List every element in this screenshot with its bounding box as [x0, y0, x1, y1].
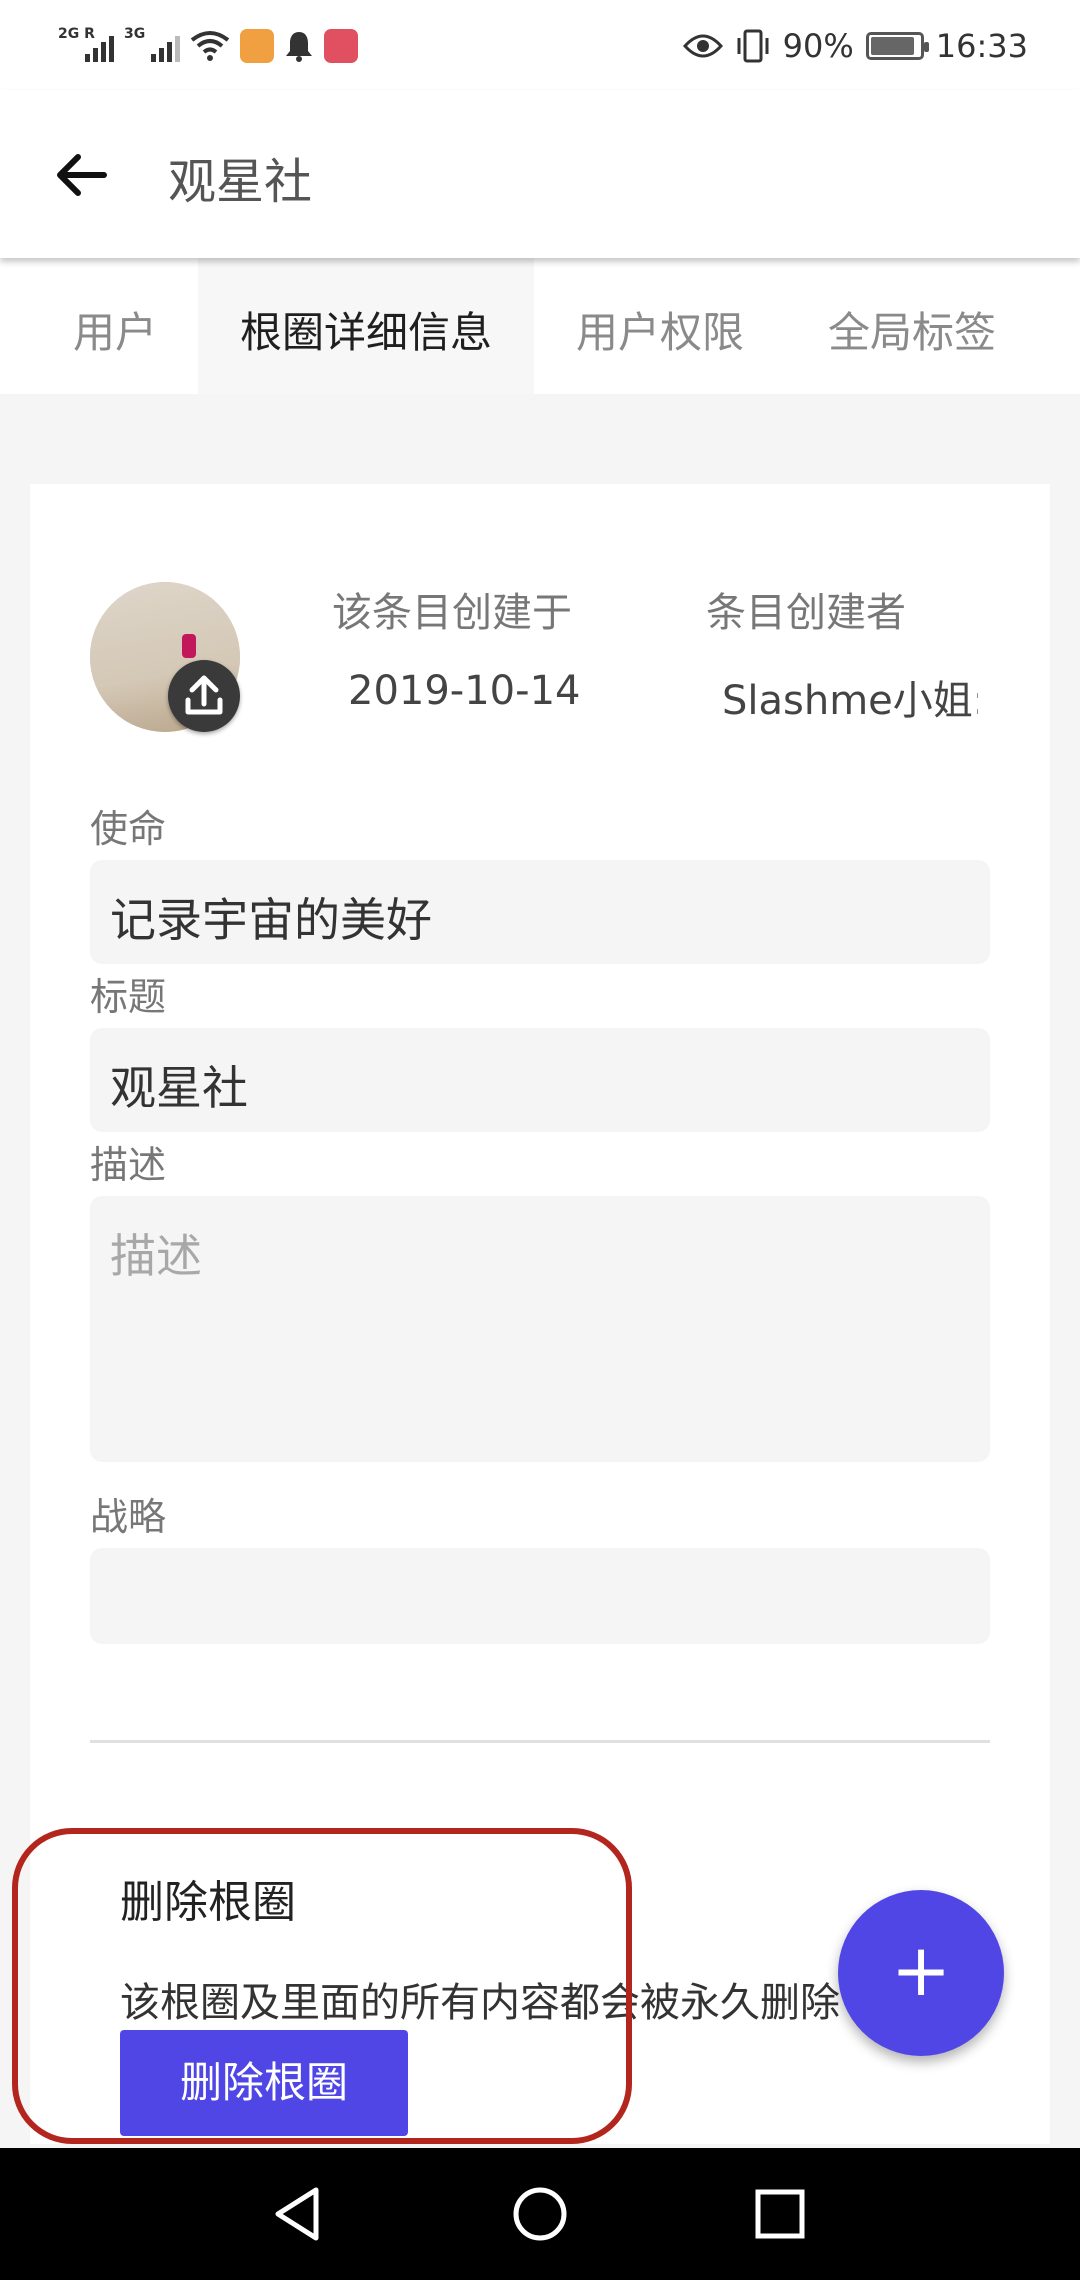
signal-icon: 3G: [124, 26, 180, 66]
status-bar-left: 2G R 3G: [58, 18, 358, 74]
description-placeholder: 描述: [110, 1229, 202, 1283]
tab-user-permissions[interactable]: 用户权限: [550, 258, 770, 394]
nav-home-icon[interactable]: [504, 2178, 576, 2250]
nav-recents-icon[interactable]: [744, 2178, 816, 2250]
creator-value: Slashme小姐:: [722, 678, 978, 724]
status-time: 16:33: [935, 27, 1028, 65]
title-value: 观星社: [110, 1061, 248, 1115]
battery-percent: 90%: [782, 27, 854, 65]
system-nav-bar: [0, 2148, 1080, 2280]
mission-field[interactable]: 记录宇宙的美好: [90, 860, 990, 964]
app-notification-icon: [324, 29, 358, 63]
status-bar-right: 90% 16:33: [682, 18, 1028, 74]
eye-icon: [682, 34, 723, 58]
bell-icon: [286, 32, 312, 62]
description-field[interactable]: 描述: [90, 1196, 990, 1462]
upload-icon: [185, 675, 223, 715]
creator-label: 条目创建者: [706, 590, 906, 636]
strategy-label: 战略: [90, 1495, 167, 1539]
title-label: 标题: [90, 975, 167, 1019]
title-field[interactable]: 观星社: [90, 1028, 990, 1132]
tab-root-circle-details[interactable]: 根圈详细信息: [198, 258, 534, 394]
status-bar: 2G R 3G 90% 16:33: [0, 0, 1080, 90]
app-bar: 观星社: [0, 90, 1080, 258]
nav-back-icon[interactable]: [264, 2178, 336, 2250]
created-date-value: 2019-10-14: [348, 668, 581, 714]
signal-network-label: 3G: [124, 26, 146, 42]
wifi-icon: [190, 31, 230, 61]
battery-icon: [865, 32, 929, 60]
page-title: 观星社: [168, 154, 313, 210]
tab-bar: 用户 根圈详细信息 用户权限 全局标签: [0, 258, 1080, 394]
upload-avatar-button[interactable]: [168, 660, 240, 732]
highlight-annotation: [12, 1828, 632, 2144]
app-notification-icon: [240, 29, 274, 63]
description-label: 描述: [90, 1143, 167, 1187]
divider: [90, 1740, 990, 1743]
arrow-back-icon[interactable]: [52, 145, 112, 205]
avatar-figure: [182, 634, 196, 658]
battery-fill: [870, 37, 914, 55]
mission-label: 使命: [90, 807, 167, 851]
add-fab-button[interactable]: +: [838, 1890, 1004, 2056]
tab-users[interactable]: 用户: [40, 258, 190, 394]
tab-global-tags[interactable]: 全局标签: [800, 258, 1024, 394]
strategy-field[interactable]: [90, 1548, 990, 1644]
vibrate-icon: [737, 29, 769, 63]
created-date-label: 该条目创建于: [332, 590, 572, 636]
mission-value: 记录宇宙的美好: [110, 893, 432, 947]
plus-icon: +: [890, 1928, 952, 2012]
signal-icon: 2G R: [58, 26, 114, 66]
